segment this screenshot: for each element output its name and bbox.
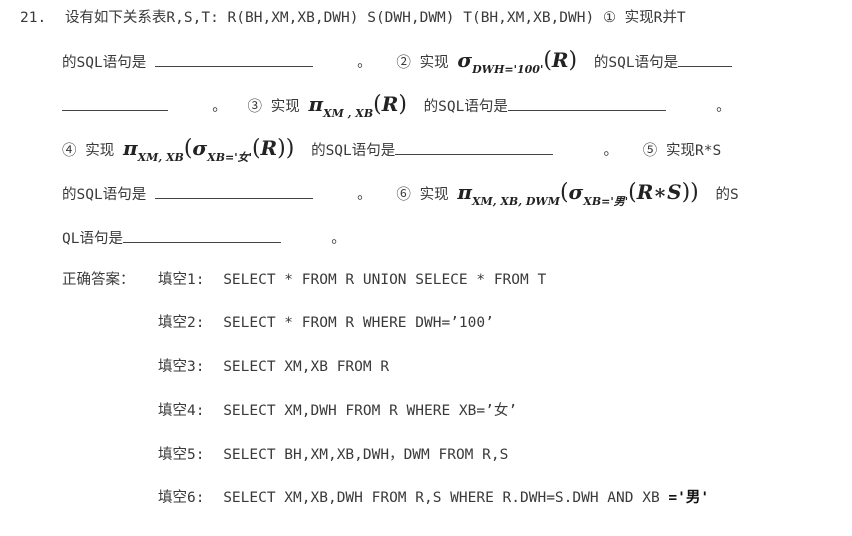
answer-blank-2b[interactable]	[62, 96, 168, 111]
line2-suffix: 的SQL语句是	[593, 55, 679, 71]
answer-item-label: 填空2:	[158, 315, 205, 331]
item-5-text: ⑤ 实现R*S	[642, 143, 722, 159]
sigma-condition: DWH='100'	[472, 63, 544, 76]
answer-item-label: 填空3:	[158, 359, 205, 375]
answer-label: 正确答案：	[62, 272, 135, 288]
close-paren: )	[398, 92, 407, 117]
item-1-text: ① 实现R并T	[602, 10, 686, 26]
answer-item-3: 填空3: SELECT XM,XB FROM R	[158, 357, 389, 377]
answer-item-2: 填空2: SELECT * FROM R WHERE DWH=’100’	[158, 313, 494, 333]
question-number: 21.	[20, 10, 47, 26]
answer-blank-5[interactable]	[154, 184, 313, 199]
line4-period: 。	[603, 143, 619, 159]
answer-item-value: SELECT * FROM R UNION SELECE * FROM T	[223, 272, 547, 288]
answer-blank-4[interactable]	[395, 140, 554, 155]
pi-attributes: XM , XB	[323, 107, 374, 120]
question-line-3: 。 ③ 实现 πXM , XB(R) 的SQL语句是 。	[62, 94, 731, 124]
line2-period: 。	[357, 55, 372, 71]
question-line-4: ④ 实现 πXM, XB(σXB='女'(R)) 的SQL语句是 。 ⑤ 实现R…	[62, 138, 721, 168]
line2-prefix: 的SQL语句是	[62, 55, 147, 71]
pi-attributes: XM, XB, DWM	[472, 195, 560, 208]
answer-item-value: SELECT XM,XB FROM R	[223, 359, 390, 375]
answer-item-4: 填空4: SELECT XM,DWH FROM R WHERE XB=’女’	[158, 401, 517, 421]
sigma-condition: XB='男'	[583, 195, 629, 208]
line6-period: 。	[331, 231, 346, 247]
line3-suffix: 的SQL语句是	[423, 99, 508, 115]
item-3-text: ③ 实现	[247, 99, 300, 115]
answer-item-value-bold: ='男'	[668, 490, 710, 506]
answer-blank-6[interactable]	[122, 228, 281, 243]
answer-item-label: 填空6:	[158, 490, 205, 506]
item-6-text: ⑥ 实现	[396, 187, 449, 203]
pi-symbol: π	[308, 92, 324, 116]
answer-blank-2a[interactable]	[678, 52, 733, 67]
pi-symbol: π	[457, 180, 473, 204]
line3-period-2: 。	[716, 99, 731, 115]
document-page: 21. 设有如下关系表R,S,T: R(BH,XM,XB,DWH) S(DWH,…	[0, 0, 852, 536]
sigma-symbol: σ	[568, 180, 584, 204]
answer-blank-1[interactable]	[154, 52, 313, 67]
line4-suffix: 的SQL语句是	[311, 143, 396, 159]
open-paren: (	[543, 48, 552, 73]
question-stem: 设有如下关系表R,S,T: R(BH,XM,XB,DWH) S(DWH,DWM)…	[64, 10, 603, 26]
answer-item-value: SELECT XM,DWH FROM R WHERE XB=’女’	[223, 403, 518, 419]
open-paren: (	[373, 92, 382, 117]
answer-item-value: SELECT * FROM R WHERE DWH=’100’	[223, 315, 494, 331]
pi-symbol: π	[122, 136, 138, 160]
line5-period: 。	[357, 187, 372, 203]
open-paren: (	[559, 180, 569, 205]
pi-attributes: XM, XB	[137, 151, 184, 164]
question-line-1: 21. 设有如下关系表R,S,T: R(BH,XM,XB,DWH) S(DWH,…	[20, 8, 686, 28]
item-4-text: ④ 实现	[62, 143, 115, 159]
answer-item-value: SELECT BH,XM,XB,DWH，DWM FROM R,S	[223, 447, 509, 463]
line3-period: 。	[212, 99, 227, 115]
item-2-text: ② 实现	[396, 55, 449, 71]
line5-prefix: 的SQL语句是	[62, 187, 147, 203]
line5-suffix: 的S	[715, 187, 739, 203]
question-line-5: 的SQL语句是 。 ⑥ 实现 πXM, XB, DWM(σXB='男'(R∗S)…	[62, 182, 739, 212]
relation-r: R	[260, 136, 278, 160]
answer-item-label: 填空4:	[158, 403, 205, 419]
answer-item-label: 填空5:	[158, 447, 205, 463]
sigma-symbol: σ	[457, 48, 473, 72]
question-line-2: 的SQL语句是 。 ② 实现 σDWH='100'(R) 的SQL语句是	[62, 48, 733, 80]
relation-r-times-s: R∗S	[636, 180, 682, 204]
close-parens: ))	[681, 180, 699, 205]
answer-item-label: 填空1:	[158, 272, 205, 288]
answer-item-value: SELECT XM,XB,DWH FROM R,S WHERE R.DWH=S.…	[223, 490, 669, 506]
close-paren: )	[568, 48, 578, 73]
line6-prefix: QL语句是	[62, 231, 123, 247]
answer-item-6: 填空6: SELECT XM,XB,DWH FROM R,S WHERE R.D…	[158, 488, 709, 508]
answer-blank-3[interactable]	[507, 96, 666, 111]
sigma-condition: XB='女'	[207, 151, 252, 164]
answer-item-5: 填空5: SELECT BH,XM,XB,DWH，DWM FROM R,S	[158, 445, 508, 465]
open-paren-inner: (	[628, 180, 637, 205]
answer-item-1: 填空1: SELECT * FROM R UNION SELECE * FROM…	[158, 270, 546, 290]
close-parens: ))	[277, 136, 295, 161]
open-paren-inner: (	[251, 136, 261, 161]
sigma-symbol: σ	[192, 136, 208, 160]
question-line-6: QL语句是 。	[62, 228, 346, 249]
relation-r: R	[551, 48, 569, 72]
relation-r: R	[381, 92, 399, 116]
